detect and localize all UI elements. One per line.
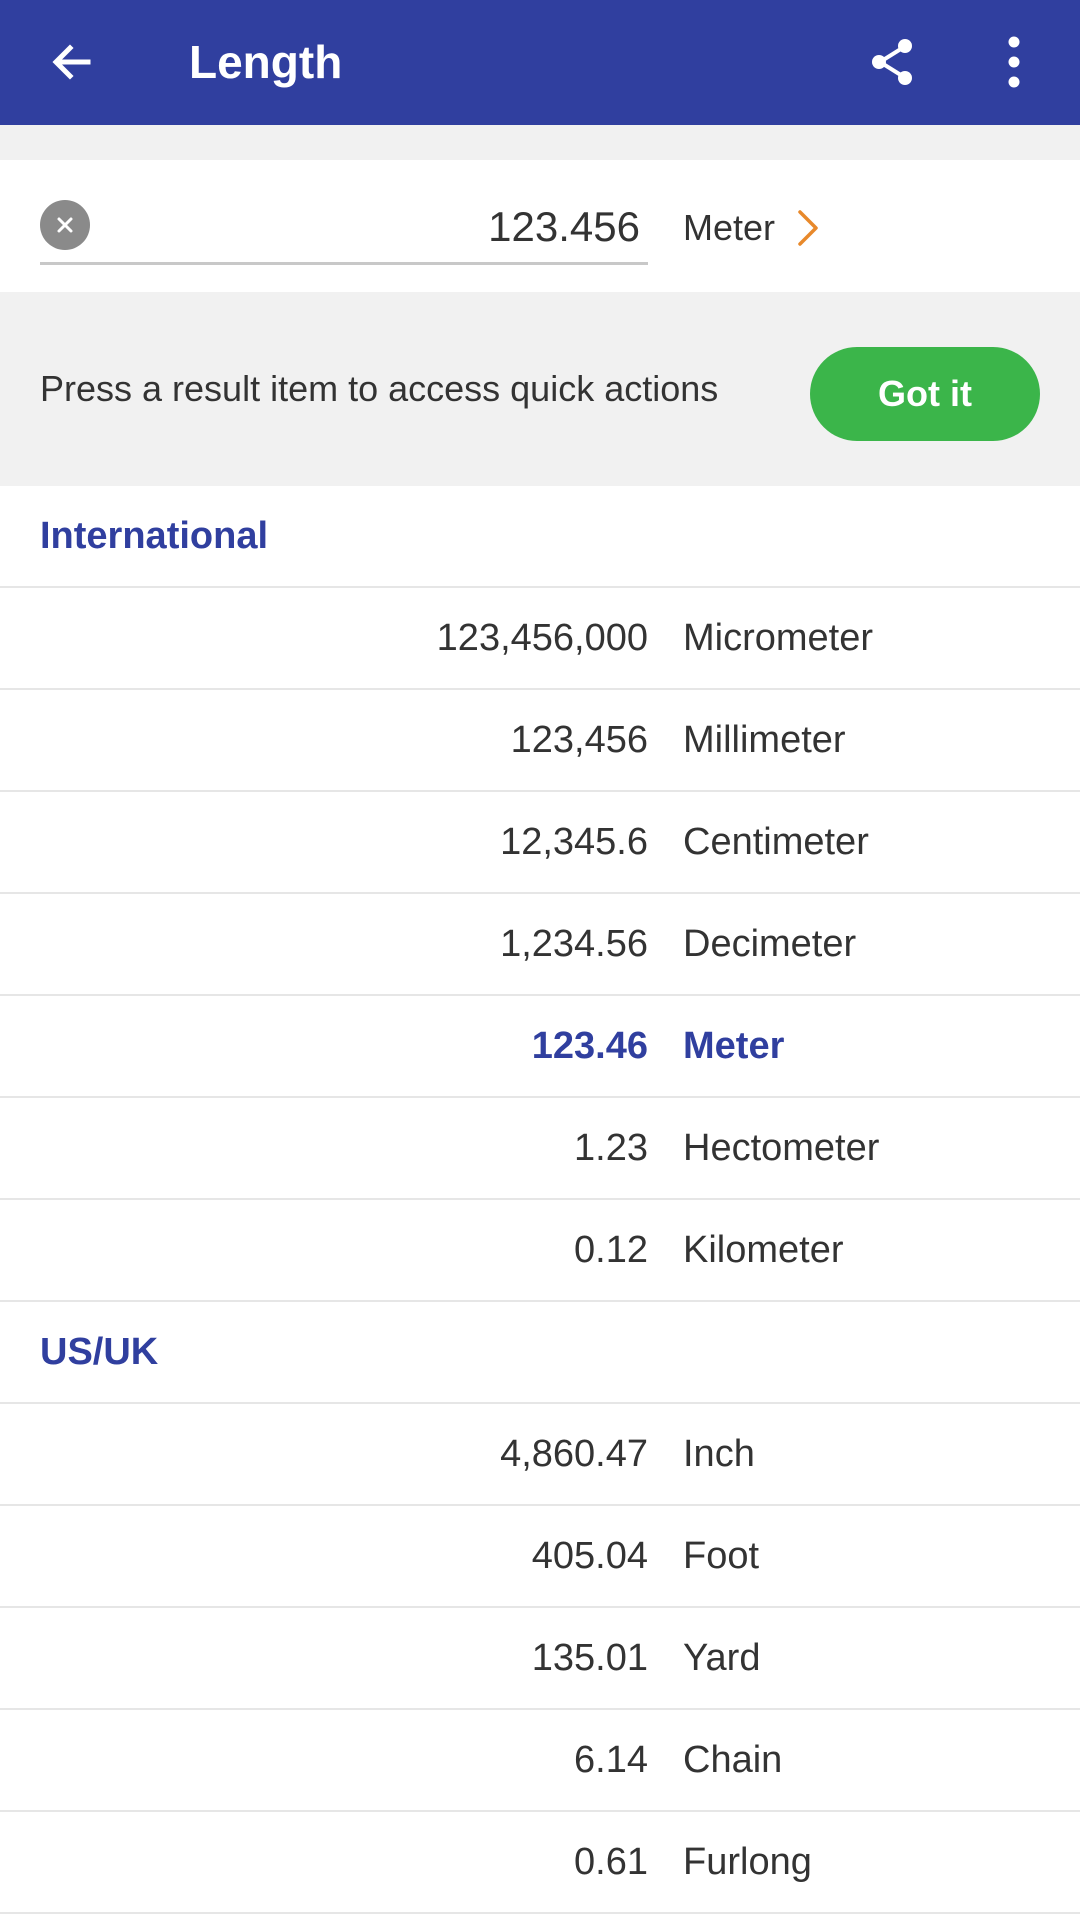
arrow-left-icon — [52, 44, 91, 80]
result-unit: Millimeter — [683, 719, 846, 761]
result-value: 1,234.56 — [500, 923, 648, 965]
result-unit: Yard — [683, 1637, 761, 1679]
list-item[interactable]: 405.04 Foot — [0, 1506, 1080, 1608]
result-value: 4,860.47 — [500, 1433, 648, 1475]
section-title: International — [40, 515, 269, 557]
list-item[interactable]: 4,860.47 Inch — [0, 1404, 1080, 1506]
result-unit: Chain — [683, 1739, 783, 1781]
divider-strip — [0, 125, 1080, 160]
result-value: 0.61 — [574, 1841, 648, 1883]
hint-text: Press a result item to access quick acti… — [40, 368, 719, 409]
input-value: 123.456 — [488, 203, 640, 250]
share-icon — [872, 39, 912, 85]
result-unit: Inch — [683, 1433, 755, 1475]
list-item[interactable]: 0.12 Kilometer — [0, 1200, 1080, 1302]
quick-actions-hint: Press a result item to access quick acti… — [0, 292, 1080, 486]
list-item-selected[interactable]: 123.46 Meter — [0, 996, 1080, 1098]
list-item[interactable]: 1,234.56 Decimeter — [0, 894, 1080, 996]
section-title: US/UK — [40, 1331, 159, 1373]
section-header-international: International — [0, 486, 1080, 588]
result-unit: Hectometer — [683, 1127, 880, 1169]
result-unit: Foot — [683, 1535, 760, 1577]
list-item[interactable]: 0.61 Furlong — [0, 1812, 1080, 1914]
input-row: 123.456 Meter — [0, 160, 1080, 292]
result-value: 123,456 — [510, 719, 648, 761]
more-options-button[interactable] — [982, 30, 1046, 94]
result-value: 123.46 — [531, 1025, 648, 1067]
result-value: 1.23 — [574, 1127, 648, 1169]
list-item[interactable]: 123,456 Millimeter — [0, 690, 1080, 792]
list-item[interactable]: 6.14 Chain — [0, 1710, 1080, 1812]
result-value: 0.12 — [574, 1229, 648, 1271]
result-value: 6.14 — [574, 1739, 648, 1781]
list-item[interactable]: 135.01 Yard — [0, 1608, 1080, 1710]
got-it-button[interactable]: Got it — [810, 347, 1040, 441]
share-button[interactable] — [860, 30, 924, 94]
result-value: 135.01 — [531, 1637, 648, 1679]
back-button[interactable] — [40, 30, 104, 94]
result-unit: Kilometer — [683, 1229, 844, 1271]
result-unit: Furlong — [683, 1841, 812, 1883]
section-header-us-uk: US/UK — [0, 1302, 1080, 1404]
app-bar: Length — [0, 0, 1080, 125]
close-icon — [57, 217, 73, 233]
more-vertical-icon — [1008, 36, 1020, 88]
result-unit: Centimeter — [683, 821, 869, 863]
chevron-right-icon — [797, 209, 819, 247]
result-value: 123,456,000 — [436, 617, 648, 659]
unit-selector-label: Meter — [683, 207, 776, 248]
result-unit: Meter — [683, 1025, 785, 1067]
value-input[interactable]: 123.456 — [40, 180, 648, 265]
list-item[interactable]: 1.23 Hectometer — [0, 1098, 1080, 1200]
clear-button[interactable] — [40, 200, 90, 250]
unit-selector[interactable]: Meter — [683, 200, 819, 256]
result-unit: Micrometer — [683, 617, 874, 659]
result-value: 12,345.6 — [500, 821, 648, 863]
list-item[interactable]: 12,345.6 Centimeter — [0, 792, 1080, 894]
list-item[interactable]: 123,456,000 Micrometer — [0, 588, 1080, 690]
result-unit: Decimeter — [683, 923, 857, 965]
results-list: International 123,456,000 Micrometer 123… — [0, 486, 1080, 1914]
page-title: Length — [189, 36, 343, 88]
result-value: 405.04 — [531, 1535, 648, 1577]
